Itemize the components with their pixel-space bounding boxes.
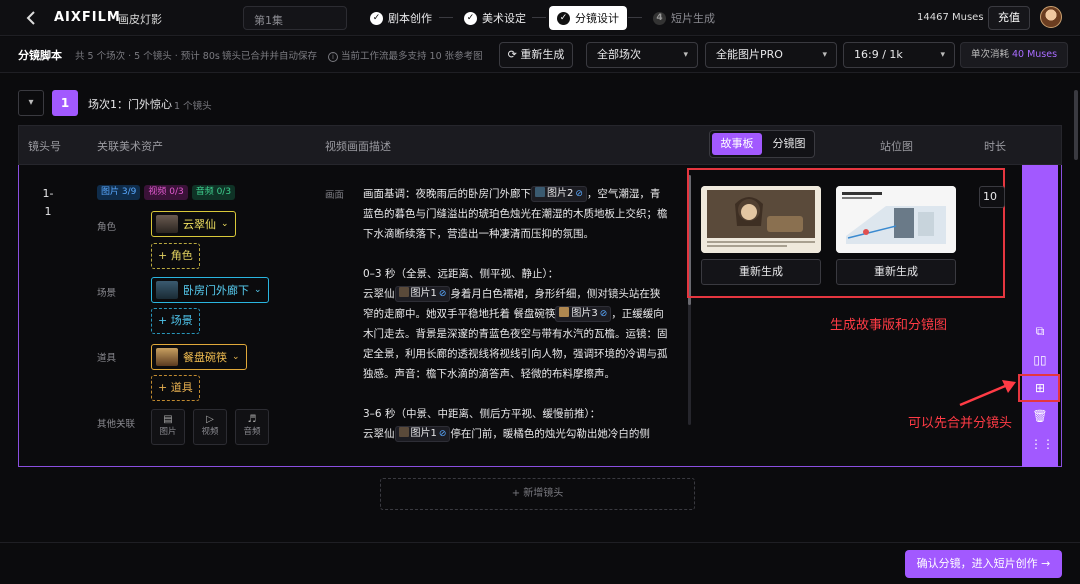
music-icon: ♬ [247,414,257,425]
scene-label: 场景 [97,288,117,299]
shot-number: 1- 1 [42,187,54,218]
step-number: 4 [653,11,666,25]
other-audio-button[interactable]: ♬ 音频 [235,409,269,445]
info-icon: i [328,52,338,62]
ratio-select[interactable]: 16:9 / 1k ▾ [843,42,955,68]
chevron-down-icon: ▾ [683,50,688,60]
add-role-button[interactable]: + 角色 [151,243,200,269]
play-icon: ▷ [206,414,214,425]
scene-chip[interactable]: 卧房门外廊下 ⌄ [151,277,269,303]
page-scrollbar[interactable] [1074,90,1078,160]
project-name: 画皮灯影 [118,13,162,26]
step-divider [532,17,546,18]
collapse-chevron-icon[interactable]: ▾ [18,90,44,116]
audio-count-badge: 音频 0/3 [191,185,236,200]
workflow-info: i 当前工作流最多支持 10 张参考图 [328,48,483,62]
app-logo: AIXFILM [54,10,121,25]
scene-filter-select[interactable]: 全部场次 ▾ [586,42,698,68]
role-chip[interactable]: 云翠仙 ⌄ [151,211,236,237]
tab-storyboard[interactable]: 故事板 [712,133,762,155]
duration-input[interactable]: 10 [979,186,1005,208]
chevron-down-icon: ⌄ [221,219,229,229]
autosave-status: 镜头已合并并自动保存 [222,51,318,62]
refresh-icon: ⟳ [507,48,517,61]
scene-shot-count: 1 个镜头 [174,101,212,112]
video-count-badge: 视频 0/3 [144,185,188,200]
page-title: 分镜脚本 [18,49,62,62]
check-icon: ✓ [464,11,477,25]
footer-divider [0,542,1080,543]
scene-title: 场次1：门外惊心 [88,98,172,111]
col-shot: 镜头号 [28,140,61,153]
recharge-button[interactable]: 充值 [988,6,1030,30]
chevron-down-icon: ⌄ [254,285,262,295]
check-icon: ✓ [557,11,570,25]
step-divider [439,17,453,18]
annotation-generate: 生成故事版和分镜图 [830,318,948,333]
prop-thumbnail [156,348,178,366]
col-desc: 视频画面描述 [325,140,391,153]
copy-icon[interactable]: ⧉ [1030,321,1050,341]
chevron-down-icon: ⌄ [232,352,240,362]
confirm-button[interactable]: 确认分镜，进入短片创作 → [905,550,1062,578]
link-icon: ⊘ [575,189,583,199]
add-shot-button[interactable]: + 新增镜头 [380,478,695,510]
check-icon: ✓ [370,11,383,25]
image-icon: ▤ [163,414,173,425]
desc-label: 画面 [325,190,345,201]
trash-icon[interactable]: 🗑 [1030,406,1050,426]
ref-image-2[interactable]: 图片2 ⊘ [531,186,587,202]
avatar[interactable] [1040,6,1062,28]
link-icon: ⊘ [599,309,608,319]
link-icon: ⊘ [438,429,447,439]
storyboard-meta: 共 5 个场次 · 5 个镜头 · 预计 80s [75,51,220,62]
ref-image-1[interactable]: 图片1 ⊘ [394,426,451,442]
step-shortfilm[interactable]: 4 短片生成 [645,6,723,30]
col-duration: 时长 [984,140,1006,153]
model-select[interactable]: 全能图片PRO ▾ [705,42,837,68]
role-thumbnail [156,215,178,233]
back-chevron-icon[interactable] [22,8,42,28]
other-label: 其他关联 [97,419,136,430]
other-video-button[interactable]: ▷ 视频 [193,409,227,445]
arrow-icon [958,378,1018,411]
prop-label: 道具 [97,353,117,364]
step-art[interactable]: ✓ 美术设定 [456,6,534,30]
regenerate-button[interactable]: ⟳ 重新生成 [499,42,573,68]
step-divider [628,17,642,18]
col-assets: 关联美术资产 [97,140,163,153]
split-icon[interactable]: ▯▯ [1030,350,1050,370]
tab-shot-image[interactable]: 分镜图 [766,133,812,155]
highlight-box [687,168,1005,298]
annotation-merge: 可以先合并分镜头 [908,416,1013,431]
scene-thumbnail [156,281,178,299]
link-icon: ⊘ [438,289,447,299]
asset-badges: 图片 3/9 视频 0/3 音频 0/3 [97,185,236,200]
shot-description[interactable]: 画面基调：夜晚雨后的卧房门外廊下 图片2 ⊘ ，空气潮湿，青蓝色的暮色与门缝溢出的琥珀… [363,184,668,444]
add-scene-button[interactable]: + 场景 [151,308,200,334]
prop-chip[interactable]: 餐盘碗筷 ⌄ [151,344,247,370]
role-label: 角色 [97,222,117,233]
chevron-down-icon: ▾ [822,50,827,60]
highlight-box-small [1018,374,1060,402]
add-prop-button[interactable]: + 道具 [151,375,200,401]
scene-number: 1 [52,90,78,116]
ref-image-3[interactable]: 图片3 ⊘ [555,306,612,322]
step-storyboard[interactable]: ✓ 分镜设计 [549,6,627,30]
chevron-down-icon: ▾ [940,50,945,60]
drag-handle-icon[interactable]: ⋮⋮ [1030,434,1054,454]
other-image-button[interactable]: ▤ 图片 [151,409,185,445]
ref-image-1[interactable]: 图片1 ⊘ [394,286,451,302]
col-position: 站位图 [880,140,913,153]
muses-balance: 14467 Muses [917,12,984,23]
image-count-badge: 图片 3/9 [97,185,141,200]
episode-select[interactable]: 第1集 [243,6,347,30]
arrow-right-icon: → [1041,557,1051,570]
step-script[interactable]: ✓ 剧本创作 [362,6,440,30]
cost-indicator: 单次消耗 40 Muses [960,42,1068,68]
